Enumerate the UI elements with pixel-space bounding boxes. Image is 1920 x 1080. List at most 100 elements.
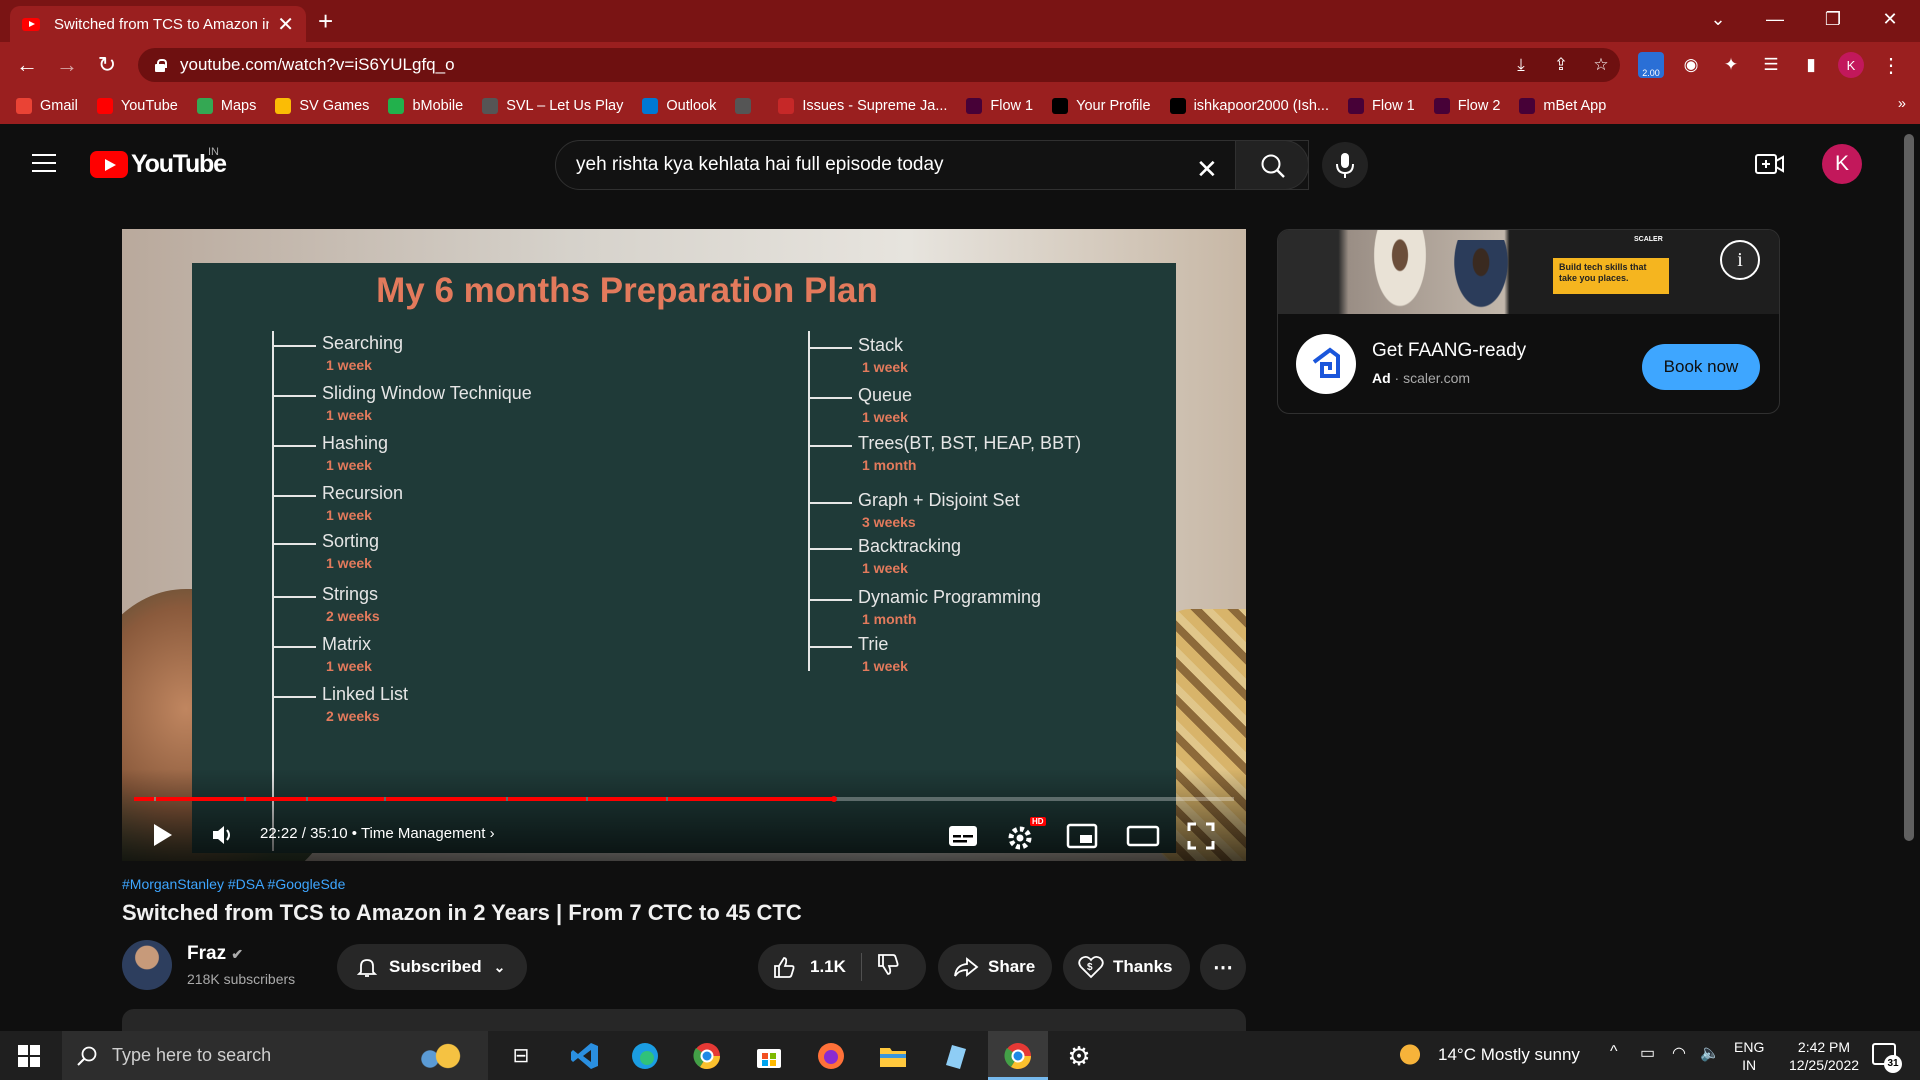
- progress-bar[interactable]: [134, 796, 1234, 802]
- windows-start-icon[interactable]: [18, 1045, 40, 1067]
- bookmark-item[interactable]: Outlook: [642, 98, 716, 114]
- language-indicator[interactable]: ENG IN: [1734, 1038, 1764, 1074]
- sidebar-ad[interactable]: SCALER Build tech skills that take you p…: [1277, 229, 1780, 414]
- topic-duration: 1 month: [862, 611, 917, 627]
- chrome-profile-icon[interactable]: [692, 1041, 722, 1071]
- tab-close-icon[interactable]: ✕: [277, 12, 294, 37]
- channel-avatar[interactable]: [122, 940, 172, 990]
- play-icon[interactable]: [148, 821, 176, 849]
- ad-info-icon[interactable]: i: [1720, 240, 1760, 280]
- create-video-button[interactable]: [1755, 152, 1785, 176]
- xd-icon: [1433, 98, 1450, 114]
- bookmark-item[interactable]: Issues - Supreme Ja...: [778, 98, 947, 114]
- extensions-puzzle-icon[interactable]: ✦: [1718, 52, 1744, 78]
- hd-badge: HD: [1030, 817, 1046, 826]
- theater-mode-icon[interactable]: [1126, 823, 1160, 849]
- address-bar[interactable]: youtube.com/watch?v=iS6YULgfq_o: [138, 48, 1620, 82]
- weather-text[interactable]: 14°C Mostly sunny: [1438, 1045, 1580, 1065]
- reading-list-icon[interactable]: ☰: [1758, 52, 1784, 78]
- tab-search-chevron-icon[interactable]: ⌄: [1698, 4, 1738, 34]
- bookmark-item[interactable]: Maps: [196, 98, 256, 114]
- subtitles-icon[interactable]: [948, 825, 978, 847]
- firefox-icon[interactable]: [816, 1041, 846, 1071]
- settings-gear-taskbar-icon[interactable]: ⚙: [1064, 1041, 1094, 1071]
- progress-played: [308, 797, 384, 801]
- edge-icon[interactable]: [630, 1041, 660, 1071]
- browser-menu-icon[interactable]: ⋮: [1878, 52, 1904, 78]
- bookmark-item[interactable]: bMobile: [388, 98, 463, 114]
- url-text: youtube.com/watch?v=iS6YULgfq_o: [180, 55, 455, 74]
- reload-icon[interactable]: ↻: [92, 50, 122, 80]
- weather-sun-icon[interactable]: [1398, 1041, 1428, 1071]
- window-close-button[interactable]: ✕: [1870, 4, 1910, 34]
- bookmark-item[interactable]: Gmail: [16, 98, 78, 114]
- bookmark-item[interactable]: Flow 2: [1433, 98, 1500, 114]
- camera-extension-icon[interactable]: ◉: [1678, 52, 1704, 78]
- new-tab-button[interactable]: +: [318, 6, 333, 37]
- bookmark-item[interactable]: SV Games: [275, 98, 369, 114]
- like-button[interactable]: 1.1K: [758, 953, 862, 981]
- video-hashtags[interactable]: #MorganStanley #DSA #GoogleSde: [122, 876, 345, 892]
- bookmark-item[interactable]: YouTube: [96, 98, 178, 114]
- share-page-icon[interactable]: ⇪: [1548, 52, 1574, 78]
- ad-image[interactable]: SCALER Build tech skills that take you p…: [1278, 230, 1779, 314]
- miniplayer-icon[interactable]: [1066, 823, 1098, 849]
- book-now-button[interactable]: Book now: [1642, 344, 1760, 390]
- menu-hamburger-icon[interactable]: [32, 154, 56, 172]
- subscribed-button[interactable]: Subscribed ⌄: [337, 944, 527, 990]
- store-icon[interactable]: [754, 1041, 784, 1071]
- share-button[interactable]: Share: [938, 944, 1052, 990]
- video-player[interactable]: My 6 months Preparation Plan Searching 1 …: [122, 229, 1246, 861]
- channel-name[interactable]: Fraz ✔: [187, 943, 243, 965]
- voice-search-button[interactable]: [1322, 142, 1368, 188]
- profile-avatar[interactable]: K: [1838, 52, 1864, 78]
- subscriber-count: 218K subscribers: [187, 971, 296, 987]
- thanks-button[interactable]: $ Thanks: [1063, 944, 1190, 990]
- battery-icon[interactable]: ▭: [1640, 1043, 1655, 1063]
- bookmark-item[interactable]: Flow 1: [966, 98, 1033, 114]
- bookmark-star-icon[interactable]: ☆: [1588, 52, 1614, 78]
- file-explorer-icon[interactable]: [878, 1041, 908, 1071]
- taskbar-search-box[interactable]: Type here to search: [62, 1031, 488, 1080]
- side-panel-icon[interactable]: ▮: [1798, 52, 1824, 78]
- active-chrome-task[interactable]: [988, 1031, 1048, 1080]
- vscode-icon[interactable]: [570, 1041, 600, 1071]
- ad-title[interactable]: Get FAANG-ready: [1372, 340, 1526, 362]
- volume-icon[interactable]: [210, 823, 238, 847]
- speaker-icon[interactable]: 🔈: [1700, 1043, 1720, 1063]
- app-icon[interactable]: [940, 1041, 970, 1071]
- youtube-logo[interactable]: YouTube IN: [90, 146, 227, 179]
- topic-duration: 1 week: [862, 658, 908, 674]
- bookmark-item[interactable]: Flow 1: [1347, 98, 1415, 114]
- search-button[interactable]: [1235, 140, 1309, 190]
- minimize-button[interactable]: —: [1755, 4, 1795, 34]
- forward-arrow-icon[interactable]: →: [52, 50, 82, 80]
- page-scrollbar[interactable]: [1904, 134, 1914, 841]
- tray-chevron-up-icon[interactable]: ^: [1610, 1043, 1618, 1061]
- wifi-icon[interactable]: ◠: [1672, 1043, 1686, 1063]
- more-actions-button[interactable]: ⋯: [1200, 944, 1246, 990]
- clock[interactable]: 2:42 PM 12/25/2022: [1784, 1038, 1864, 1074]
- scaler-logo-icon[interactable]: [1296, 334, 1356, 394]
- bookmark-item[interactable]: [735, 98, 759, 114]
- active-tab[interactable]: Switched from TCS to Amazon in 2 Years |…: [10, 6, 306, 42]
- back-arrow-icon[interactable]: ←: [12, 50, 42, 80]
- chevron-right-icon[interactable]: ›: [490, 825, 495, 842]
- task-view-icon[interactable]: ⊟: [506, 1041, 536, 1071]
- install-app-icon[interactable]: ⤓: [1508, 52, 1534, 78]
- notifications-icon[interactable]: 31: [1872, 1043, 1902, 1073]
- bookmarks-overflow-icon[interactable]: »: [1898, 96, 1906, 112]
- clear-search-icon[interactable]: ✕: [1196, 154, 1218, 185]
- topic-label: Trie: [858, 634, 889, 654]
- playback-speed-extension-icon[interactable]: 2.00: [1638, 52, 1664, 78]
- bookmark-item[interactable]: mBet App: [1519, 98, 1606, 114]
- restore-button[interactable]: ❐: [1813, 4, 1853, 34]
- account-avatar[interactable]: K: [1822, 144, 1862, 184]
- bookmark-item[interactable]: ishkapoor2000 (Ish...: [1169, 98, 1329, 114]
- bookmark-item[interactable]: Your Profile: [1052, 98, 1151, 114]
- chapter-title[interactable]: Time Management: [361, 825, 486, 842]
- bookmark-item[interactable]: SVL – Let Us Play: [482, 98, 623, 114]
- dislike-button[interactable]: [862, 953, 902, 982]
- scrubber-handle[interactable]: [830, 796, 837, 802]
- fullscreen-icon[interactable]: [1186, 821, 1216, 851]
